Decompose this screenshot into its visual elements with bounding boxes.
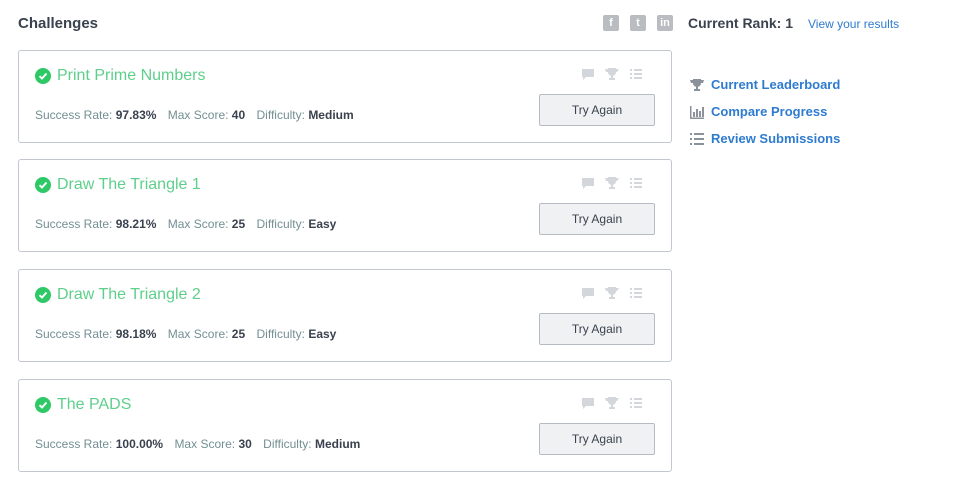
success-rate-label: Success Rate: bbox=[35, 327, 113, 341]
solved-check-icon bbox=[35, 287, 51, 303]
challenge-title[interactable]: The PADS bbox=[35, 396, 131, 414]
challenge-stats: Success Rate: 98.18% Max Score: 25 Diffi… bbox=[35, 327, 344, 341]
difficulty-value: Easy bbox=[308, 327, 337, 341]
difficulty-label: Difficulty: bbox=[256, 327, 305, 341]
max-score-label: Max Score: bbox=[167, 108, 229, 122]
max-score-label: Max Score: bbox=[167, 217, 229, 231]
difficulty-label: Difficulty: bbox=[256, 217, 305, 231]
challenge-title[interactable]: Draw The Triangle 1 bbox=[35, 176, 201, 194]
solved-check-icon bbox=[35, 177, 51, 193]
challenge-name[interactable]: The PADS bbox=[57, 396, 131, 414]
social-share-bar: f t in bbox=[603, 15, 673, 31]
submissions-list-icon[interactable] bbox=[629, 67, 643, 81]
max-score-label: Max Score: bbox=[174, 437, 236, 451]
leaderboard-trophy-icon[interactable] bbox=[605, 396, 619, 410]
challenge-card: Draw The Triangle 1 Success Rate: 98.21%… bbox=[18, 159, 672, 252]
current-rank: Current Rank: 1 bbox=[688, 15, 794, 31]
leaderboard-trophy-icon[interactable] bbox=[605, 286, 619, 300]
challenge-title[interactable]: Draw The Triangle 2 bbox=[35, 286, 201, 304]
sidebar-links: Current Leaderboard Compare Progress Rev… bbox=[689, 71, 840, 152]
submissions-list-icon[interactable] bbox=[629, 286, 643, 300]
review-submissions-label[interactable]: Review Submissions bbox=[711, 131, 840, 146]
max-score-value: 25 bbox=[231, 327, 246, 341]
try-again-button[interactable]: Try Again bbox=[539, 203, 655, 235]
leaderboard-trophy-icon[interactable] bbox=[605, 67, 619, 81]
challenge-card: Draw The Triangle 2 Success Rate: 98.18%… bbox=[18, 269, 672, 362]
bar-chart-icon bbox=[690, 105, 704, 119]
challenge-stats: Success Rate: 100.00% Max Score: 30 Diff… bbox=[35, 437, 368, 451]
challenge-card: The PADS Success Rate: 100.00% Max Score… bbox=[18, 379, 672, 472]
success-rate-value: 98.21% bbox=[115, 217, 157, 231]
success-rate-value: 97.83% bbox=[115, 108, 157, 122]
challenge-stats: Success Rate: 98.21% Max Score: 25 Diffi… bbox=[35, 217, 344, 231]
try-again-button[interactable]: Try Again bbox=[539, 423, 655, 455]
solved-check-icon bbox=[35, 68, 51, 84]
max-score-value: 25 bbox=[231, 217, 246, 231]
difficulty-value: Medium bbox=[314, 437, 361, 451]
challenge-name[interactable]: Print Prime Numbers bbox=[57, 67, 205, 85]
challenge-name[interactable]: Draw The Triangle 1 bbox=[57, 176, 201, 194]
discussion-icon[interactable] bbox=[581, 67, 595, 81]
challenge-name[interactable]: Draw The Triangle 2 bbox=[57, 286, 201, 304]
challenge-title[interactable]: Print Prime Numbers bbox=[35, 67, 205, 85]
success-rate-label: Success Rate: bbox=[35, 108, 113, 122]
review-submissions-link[interactable]: Review Submissions bbox=[689, 125, 840, 152]
success-rate-value: 100.00% bbox=[115, 437, 164, 451]
difficulty-label: Difficulty: bbox=[256, 108, 305, 122]
compare-progress-link[interactable]: Compare Progress bbox=[689, 98, 840, 125]
success-rate-value: 98.18% bbox=[115, 327, 157, 341]
linkedin-icon[interactable]: in bbox=[657, 15, 673, 31]
list-icon bbox=[690, 132, 704, 145]
max-score-value: 40 bbox=[231, 108, 246, 122]
difficulty-value: Medium bbox=[308, 108, 354, 122]
leaderboard-trophy-icon[interactable] bbox=[605, 176, 619, 190]
try-again-button[interactable]: Try Again bbox=[539, 94, 655, 126]
facebook-icon[interactable]: f bbox=[603, 15, 619, 31]
trophy-icon bbox=[690, 78, 704, 91]
submissions-list-icon[interactable] bbox=[629, 176, 643, 190]
max-score-label: Max Score: bbox=[167, 327, 229, 341]
submissions-list-icon[interactable] bbox=[629, 396, 643, 410]
discussion-icon[interactable] bbox=[581, 286, 595, 300]
challenge-stats: Success Rate: 97.83% Max Score: 40 Diffi… bbox=[35, 108, 362, 122]
try-again-button[interactable]: Try Again bbox=[539, 313, 655, 345]
view-results-link[interactable]: View your results bbox=[808, 17, 899, 31]
discussion-icon[interactable] bbox=[581, 396, 595, 410]
difficulty-label: Difficulty: bbox=[263, 437, 312, 451]
success-rate-label: Success Rate: bbox=[35, 217, 113, 231]
success-rate-label: Success Rate: bbox=[35, 437, 113, 451]
discussion-icon[interactable] bbox=[581, 176, 595, 190]
solved-check-icon bbox=[35, 397, 51, 413]
challenge-card: Print Prime Numbers Success Rate: 97.83%… bbox=[18, 50, 672, 143]
difficulty-value: Easy bbox=[308, 217, 337, 231]
compare-progress-label[interactable]: Compare Progress bbox=[711, 104, 827, 119]
current-leaderboard-link[interactable]: Current Leaderboard bbox=[689, 71, 840, 98]
max-score-value: 30 bbox=[238, 437, 252, 451]
twitter-icon[interactable]: t bbox=[630, 15, 646, 31]
page-title: Challenges bbox=[18, 15, 99, 32]
current-leaderboard-label[interactable]: Current Leaderboard bbox=[711, 77, 840, 92]
